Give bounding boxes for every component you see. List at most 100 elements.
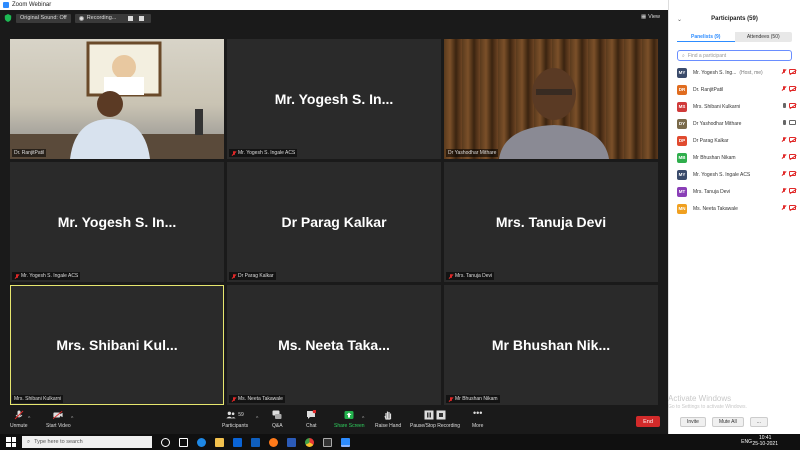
- mic-icon[interactable]: [783, 120, 786, 125]
- video-off-icon[interactable]: [789, 103, 796, 108]
- invite-button[interactable]: Invite: [680, 417, 706, 427]
- unmute-label: Unmute: [10, 423, 28, 429]
- more-button[interactable]: ••• More: [472, 409, 484, 430]
- participant-list: MY Mr. Yogesh S. Ing... (Host, me) DR Dr. Ra…: [669, 64, 800, 217]
- mic-muted-icon: [231, 273, 236, 279]
- video-off-icon[interactable]: [789, 171, 796, 176]
- stop-recording-icon[interactable]: [139, 15, 145, 21]
- video-tile-yogesh[interactable]: Mr. Yogesh S. In... Mr. Yogesh S. Ingale…: [227, 39, 441, 159]
- mic-muted-icon[interactable]: [781, 171, 786, 176]
- participants-options-chevron[interactable]: ^: [256, 416, 258, 422]
- video-off-icon[interactable]: [789, 69, 796, 74]
- avatar: MN: [677, 203, 687, 214]
- share-options-chevron[interactable]: ^: [362, 416, 364, 422]
- video-tile-bhushan[interactable]: Mr Bhushan Nik... Mr Bhushan Nikam: [444, 285, 658, 405]
- panel-footer: Invite Mute All ...: [680, 417, 768, 427]
- participant-row[interactable]: MB Mr Bhushan Nikam: [669, 149, 800, 166]
- panel-title: Participants (59): [711, 16, 758, 22]
- mic-muted-icon[interactable]: [781, 188, 786, 193]
- edge-icon[interactable]: [197, 437, 206, 447]
- video-tile-ranjit[interactable]: Dr. RanjitPatil: [10, 39, 224, 159]
- participant-status-icons: [781, 154, 796, 159]
- raise-hand-button[interactable]: Raise Hand: [375, 410, 401, 429]
- qa-button[interactable]: Q&A: [272, 410, 283, 429]
- cortana-icon[interactable]: [161, 437, 170, 447]
- participant-row[interactable]: DY Dr Yashodhar Mithare: [669, 115, 800, 132]
- mic-muted-icon[interactable]: [781, 137, 786, 142]
- participant-search-input[interactable]: ⌕ Find a participant: [677, 50, 792, 61]
- mic-icon[interactable]: [783, 103, 786, 108]
- audio-options-chevron[interactable]: ^: [28, 416, 30, 422]
- avatar: DR: [677, 84, 687, 95]
- store-icon[interactable]: [233, 437, 242, 447]
- share-screen-button[interactable]: Share Screen: [334, 410, 365, 429]
- pause-stop-recording-button[interactable]: Pause/Stop Recording: [410, 410, 460, 429]
- windows-start-icon[interactable]: [6, 437, 16, 447]
- video-off-icon[interactable]: [789, 86, 796, 91]
- original-sound-chip[interactable]: Original Sound: Off: [16, 13, 71, 23]
- tab-panelists[interactable]: Panelists (9): [677, 32, 735, 42]
- participant-row[interactable]: DR Dr. RanjitPatil: [669, 81, 800, 98]
- participant-row[interactable]: MY Mr. Yogesh S. Ing... (Host, me): [669, 64, 800, 81]
- participant-row[interactable]: DP Dr Parag Kalkar: [669, 132, 800, 149]
- video-off-icon[interactable]: [789, 137, 796, 142]
- tab-panelists-label: Panelists (9): [691, 33, 721, 40]
- tile-name: Mr Bhushan Nikam: [455, 396, 498, 402]
- participant-row[interactable]: MT Mrs. Tanuja Devi: [669, 183, 800, 200]
- tab-attendees[interactable]: Attendees (50): [735, 32, 793, 42]
- system-clock[interactable]: 10:41 25-10-2021: [752, 435, 778, 447]
- participant-row[interactable]: MN Ms. Neeta Takawale: [669, 200, 800, 217]
- participants-panel: ⌄ Participants (59) Panelists (9) Attend…: [668, 0, 800, 434]
- chat-button[interactable]: Chat: [306, 410, 317, 429]
- zoom-taskbar-icon[interactable]: [341, 437, 350, 447]
- video-options-chevron[interactable]: ^: [71, 416, 73, 422]
- participant-name-text: Mr Bhushan Nikam: [693, 154, 736, 161]
- video-tile-parag[interactable]: Dr Parag Kalkar Dr Parag Kalkar: [227, 162, 441, 282]
- security-shield-icon[interactable]: [4, 14, 12, 22]
- recording-label: Recording...: [86, 15, 117, 21]
- word-icon[interactable]: [287, 437, 296, 447]
- video-off-icon[interactable]: [789, 154, 796, 159]
- video-off-icon[interactable]: [789, 188, 796, 193]
- more-label: More: [472, 423, 484, 429]
- video-icon[interactable]: [789, 120, 796, 125]
- pause-recording-icon[interactable]: [128, 15, 134, 21]
- mic-muted-icon[interactable]: [781, 205, 786, 210]
- panel-more-button[interactable]: ...: [749, 417, 768, 427]
- video-tile-yogesh-2[interactable]: Mr. Yogesh S. In... Mr. Yogesh S. Ingale…: [10, 162, 224, 282]
- participant-name-text: Dr Yashodhar Mithare: [693, 120, 742, 127]
- participants-icon: [226, 411, 236, 419]
- video-tile-tanuja[interactable]: Mrs. Tanuja Devi Mrs. Tanuja Devi: [444, 162, 658, 282]
- participant-row[interactable]: MY Mr. Yogesh S. Ingale ACS: [669, 166, 800, 183]
- view-button[interactable]: ▦ View: [641, 14, 660, 20]
- end-button[interactable]: End: [636, 416, 660, 427]
- avatar: DP: [677, 135, 687, 146]
- unmute-button[interactable]: Unmute: [10, 410, 28, 429]
- video-tile-shibani[interactable]: Mrs. Shibani Kul... Mrs. Shibani Kulkarn…: [10, 285, 224, 405]
- participants-button[interactable]: 59 Participants: [222, 410, 248, 429]
- mic-muted-icon[interactable]: [781, 69, 786, 74]
- chrome-icon[interactable]: [305, 437, 314, 447]
- participant-tabs: Panelists (9) Attendees (50): [677, 32, 792, 42]
- input-language[interactable]: ENG: [741, 439, 752, 445]
- file-explorer-icon[interactable]: [215, 437, 224, 447]
- tile-label: Dr. RanjitPatil: [12, 149, 47, 157]
- mute-all-button[interactable]: Mute All: [711, 417, 744, 427]
- mail-icon[interactable]: [251, 437, 260, 447]
- pause-recording-label: Pause/Stop Recording: [410, 423, 461, 429]
- firefox-icon[interactable]: [269, 437, 278, 447]
- tile-big-name: Mrs. Tanuja Devi: [495, 214, 607, 230]
- task-view-icon[interactable]: [179, 437, 188, 447]
- video-tile-neeta[interactable]: Ms. Neeta Taka... Ms. Neeta Takawale: [227, 285, 441, 405]
- start-video-button[interactable]: Start Video: [46, 410, 71, 429]
- participant-status-icons: [781, 205, 796, 210]
- media-player-icon[interactable]: [323, 437, 332, 447]
- taskbar-search-input[interactable]: ⌕ Type here to search: [22, 436, 152, 448]
- video-off-icon[interactable]: [789, 205, 796, 210]
- mic-muted-icon[interactable]: [781, 86, 786, 91]
- video-tile-yashodhar[interactable]: Dr Yashodhar Mithare: [444, 39, 658, 159]
- tile-name: Mrs. Tanuja Devi: [455, 273, 493, 279]
- mic-muted-icon[interactable]: [781, 154, 786, 159]
- participant-row[interactable]: MS Mrs. Shibani Kulkarni: [669, 98, 800, 115]
- search-icon: ⌕: [682, 52, 685, 59]
